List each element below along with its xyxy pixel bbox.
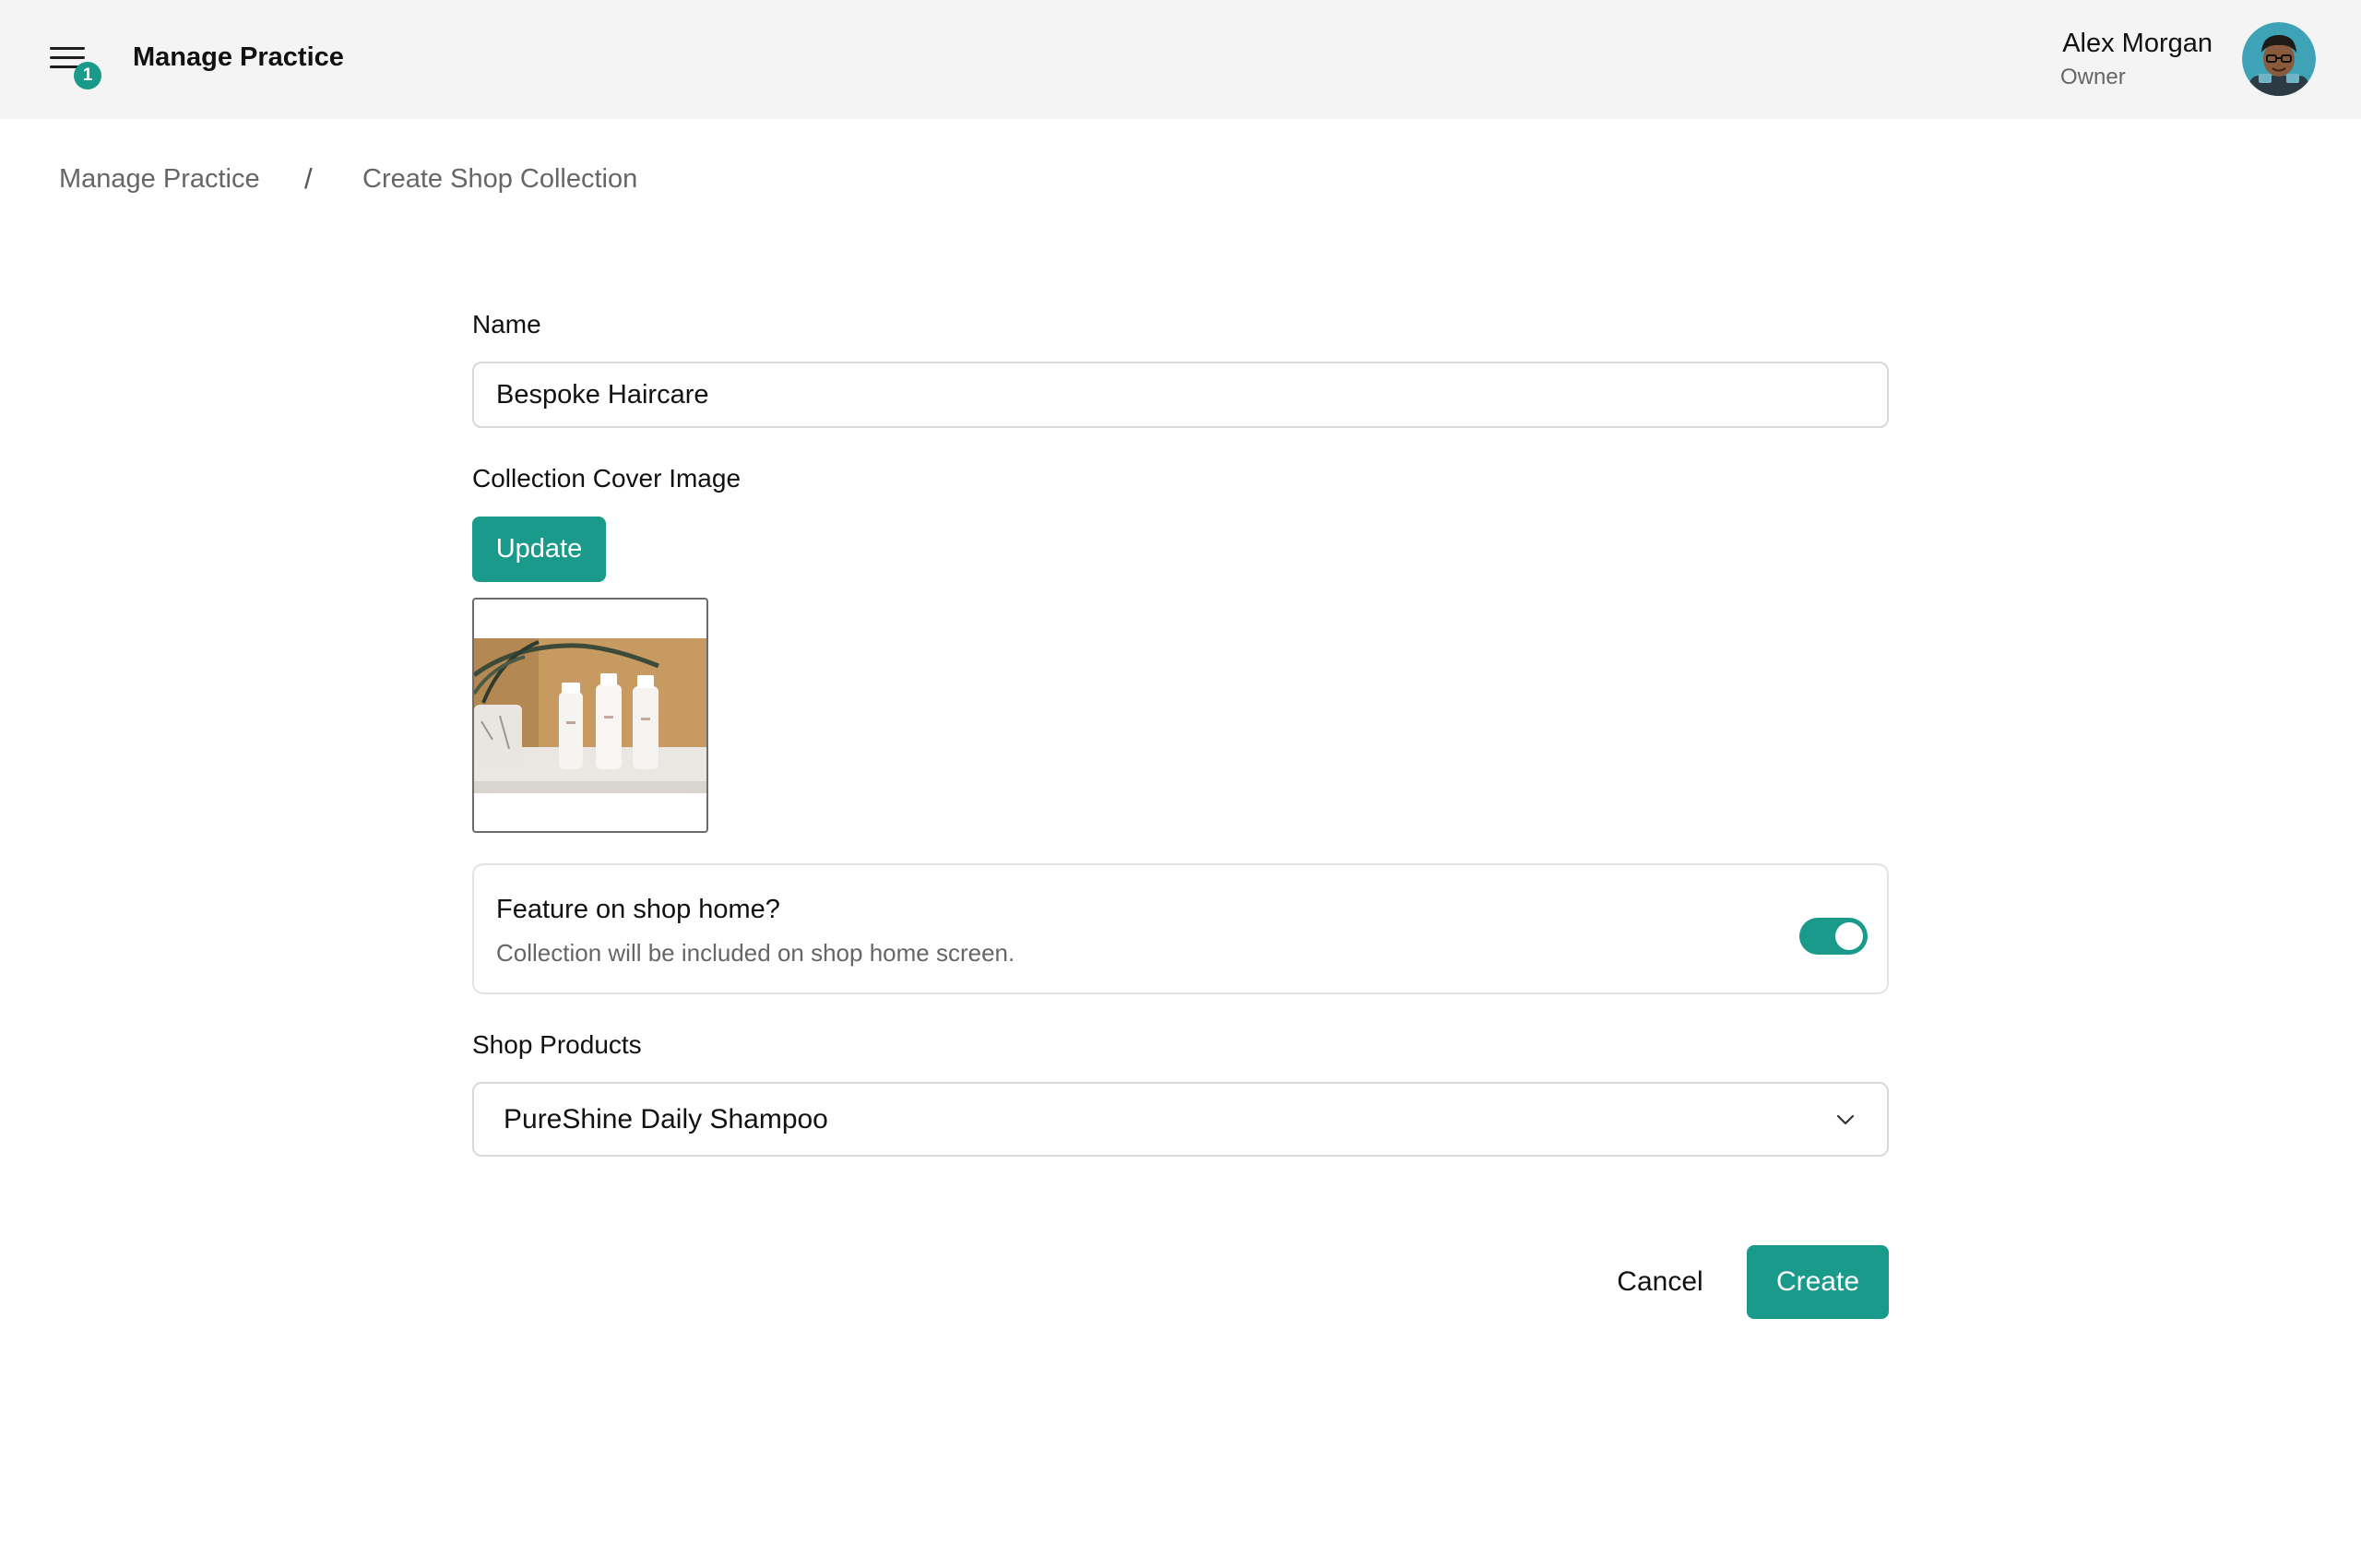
toggle-knob (1835, 922, 1863, 950)
cancel-button[interactable]: Cancel (1600, 1245, 1720, 1319)
cover-image-label: Collection Cover Image (472, 464, 742, 493)
notification-badge: 1 (74, 62, 101, 89)
feature-on-home-card: Feature on shop home? Collection will be… (472, 863, 1889, 994)
feature-description: Collection will be included on shop home… (496, 939, 1015, 967)
feature-title: Feature on shop home? (496, 895, 780, 924)
breadcrumb-manage-practice[interactable]: Manage Practice (59, 164, 260, 195)
top-bar: 1 Manage Practice Alex Morgan Owner (0, 0, 2361, 119)
hamburger-menu-button[interactable]: 1 (46, 43, 101, 91)
chevron-down-icon (1836, 1114, 1855, 1125)
cover-image-preview (472, 598, 708, 833)
app-title: Manage Practice (133, 42, 344, 72)
breadcrumb-separator: / (304, 162, 313, 195)
avatar[interactable] (2242, 22, 2316, 96)
user-role: Owner (2060, 65, 2126, 89)
name-input[interactable] (472, 362, 1889, 428)
avatar-image (2242, 22, 2316, 96)
breadcrumb-current-page: Create Shop Collection (362, 164, 638, 194)
update-cover-button[interactable]: Update (472, 517, 606, 582)
user-name: Alex Morgan (2062, 29, 2213, 58)
create-button[interactable]: Create (1747, 1245, 1889, 1319)
shop-products-selected-value: PureShine Daily Shampoo (504, 1104, 828, 1134)
cover-image (474, 638, 706, 793)
feature-toggle[interactable] (1799, 918, 1868, 955)
shop-products-label: Shop Products (472, 1030, 642, 1059)
shop-products-select[interactable]: PureShine Daily Shampoo (472, 1082, 1889, 1157)
name-label: Name (472, 310, 541, 339)
